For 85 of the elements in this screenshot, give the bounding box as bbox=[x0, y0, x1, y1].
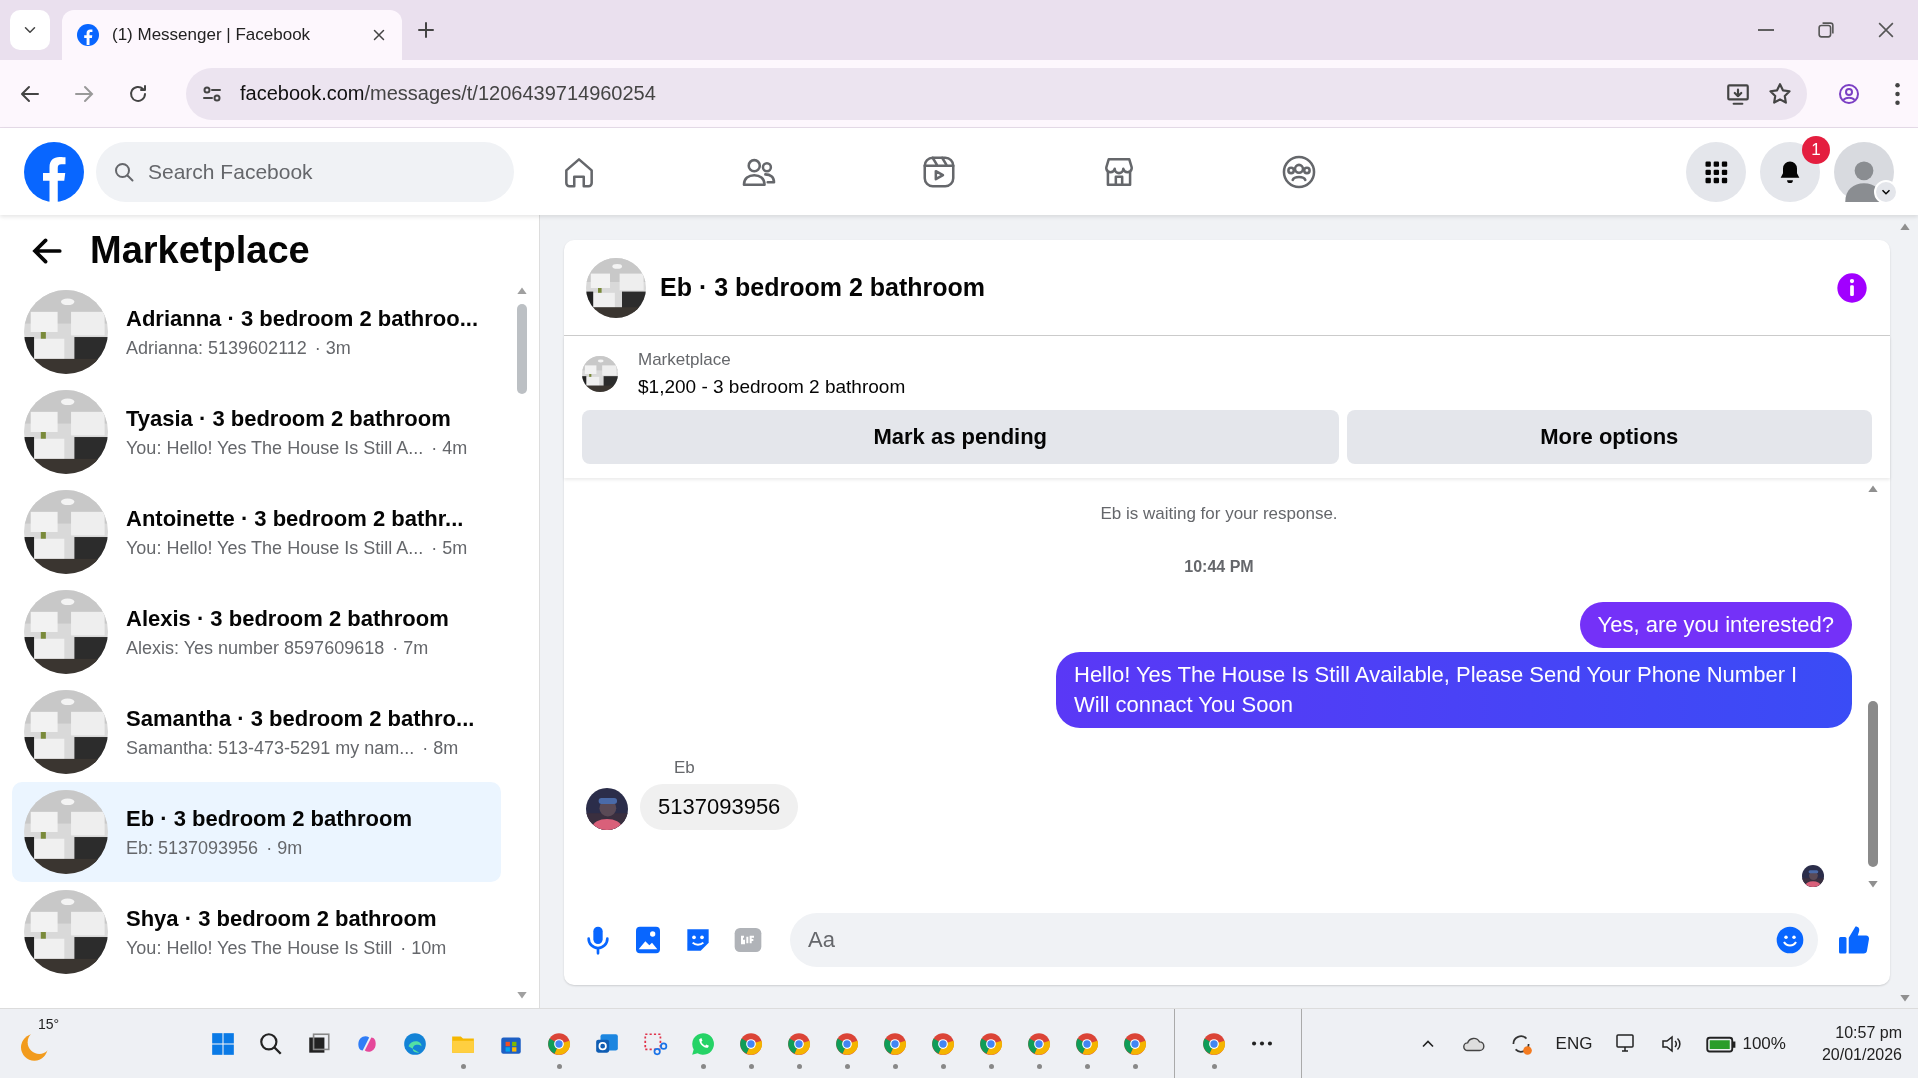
conversation-title: Shya · 3 bedroom 2 bathroom bbox=[126, 905, 438, 932]
browser-icon bbox=[930, 1030, 956, 1057]
conversation-title: Tyasia · 3 bedroom 2 bathroom bbox=[126, 405, 452, 432]
message-time: · 10m bbox=[400, 937, 447, 959]
emoji-button[interactable] bbox=[1774, 924, 1806, 956]
more-horizontal-icon bbox=[1252, 1041, 1272, 1046]
search-icon bbox=[258, 1030, 284, 1057]
scissors-icon bbox=[642, 1030, 668, 1057]
conversation-title: Alexis · 3 bedroom 2 bathroom bbox=[126, 605, 449, 632]
scrollbar-thumb[interactable] bbox=[517, 304, 527, 394]
url-text: facebook.com/messages/t/1206439714960254 bbox=[240, 82, 657, 105]
conversation-item[interactable]: Samantha · 3 bedroom 2 bathro... Samantha: 513-473-5291 my nam... · 8m bbox=[12, 682, 501, 782]
restore-icon bbox=[1818, 22, 1834, 38]
browser-icon bbox=[882, 1030, 908, 1057]
conversation-item[interactable]: Adrianna · 3 bedroom 2 bathroo... Adrianna: 5139602112 · 3m bbox=[12, 282, 501, 382]
more-vertical-icon bbox=[1895, 82, 1900, 105]
address-bar[interactable]: facebook.com/messages/t/1206439714960254 bbox=[186, 67, 1807, 120]
message-preview: Alexis: Yes number 8597609618 bbox=[126, 637, 385, 659]
clock-date[interactable]: 20/01/2026 bbox=[1821, 1045, 1902, 1064]
message-bubble: Yes, are you interested? bbox=[1579, 602, 1852, 648]
conversation-item[interactable]: Alexis · 3 bedroom 2 bathroom Alexis: Yes number 8597609618 · 7m bbox=[12, 582, 501, 682]
conversation-title: Adrianna · 3 bedroom 2 bathroo... bbox=[126, 305, 479, 332]
message-preview: Samantha: 513-473-5291 my nam... bbox=[126, 737, 415, 759]
browser-menu-button[interactable] bbox=[1895, 82, 1900, 105]
browser-tab[interactable]: (1) Messenger | Facebook bbox=[62, 10, 402, 60]
facebook-logo-icon bbox=[76, 23, 100, 47]
notification-badge: 1 bbox=[1802, 135, 1830, 164]
sender-name: Eb bbox=[674, 758, 696, 778]
message-time: · 5m bbox=[431, 537, 468, 559]
info-icon[interactable] bbox=[1836, 271, 1868, 304]
restore-button[interactable] bbox=[1818, 19, 1834, 41]
facebook-logo[interactable] bbox=[24, 141, 84, 202]
browser-icon bbox=[1026, 1030, 1052, 1057]
message-preview: You: Hello! Yes The House Is Still bbox=[126, 937, 393, 959]
listing-label: Marketplace bbox=[638, 350, 732, 370]
scrollbar-thumb[interactable] bbox=[1868, 701, 1878, 867]
language-indicator[interactable]: ENG bbox=[1555, 1033, 1593, 1054]
browser-icon bbox=[738, 1030, 764, 1057]
action-button[interactable]: Mark as pending bbox=[582, 410, 1339, 464]
windows-icon bbox=[210, 1030, 236, 1057]
tab-title: (1) Messenger | Facebook bbox=[112, 25, 312, 45]
close-icon bbox=[1878, 22, 1894, 38]
listing-title: $1,200 - 3 bedroom 2 bathroom bbox=[638, 376, 906, 398]
star-icon[interactable] bbox=[1767, 80, 1793, 107]
globe-icon bbox=[402, 1030, 428, 1057]
clock-time[interactable]: 10:57 pm bbox=[1835, 1023, 1902, 1042]
action-button[interactable]: More options bbox=[1346, 410, 1872, 464]
message-time: · 4m bbox=[431, 437, 468, 459]
account-icon bbox=[1837, 81, 1861, 106]
browser-icon bbox=[1074, 1030, 1100, 1057]
conversation-title: Antoinette · 3 bedroom 2 bathr... bbox=[126, 505, 465, 532]
profile-button[interactable] bbox=[1837, 81, 1861, 106]
message-time: · 8m bbox=[422, 737, 459, 759]
status-text: Eb is waiting for your response. bbox=[1100, 504, 1338, 524]
browser-icon bbox=[978, 1030, 1004, 1057]
search-field[interactable]: Search Facebook bbox=[96, 141, 514, 202]
message-time: · 9m bbox=[266, 837, 303, 859]
browser-icon bbox=[1122, 1030, 1148, 1057]
conversation-item[interactable]: Shya · 3 bedroom 2 bathroom You: Hello! Yes The House Is Still · 10m bbox=[12, 882, 501, 982]
temperature: 15° bbox=[38, 1015, 60, 1032]
panel-title: Marketplace bbox=[90, 229, 310, 272]
message-input[interactable]: Aa bbox=[790, 913, 1818, 967]
message-time: · 3m bbox=[314, 337, 351, 359]
browser-icon bbox=[834, 1030, 860, 1057]
browser-icon bbox=[786, 1030, 812, 1057]
message-bubble: 5137093956 bbox=[640, 784, 799, 830]
minimize-icon bbox=[1758, 29, 1774, 31]
browser-icon bbox=[546, 1030, 572, 1057]
conversation-item[interactable]: Tyasia · 3 bedroom 2 bathroom You: Hello! Yes The House Is Still A... · 4m bbox=[12, 382, 501, 482]
message-bubble: Hello! Yes The House Is Still Available, Please Send Your Phone Number I Will connact You Soon bbox=[1056, 652, 1852, 728]
message-preview: You: Hello! Yes The House Is Still A... bbox=[126, 537, 424, 559]
chat-title: Eb · 3 bedroom 2 bathroom bbox=[660, 273, 987, 302]
message-preview: Adrianna: 5139602112 bbox=[126, 337, 307, 359]
battery-percent: 100% bbox=[1742, 1033, 1786, 1054]
conversation-title: Samantha · 3 bedroom 2 bathro... bbox=[126, 705, 475, 732]
chat-bubble-icon bbox=[690, 1030, 716, 1057]
conversation-item[interactable]: Eb · 3 bedroom 2 bathroom Eb: 5137093956 · 9m bbox=[12, 782, 501, 882]
message-preview: Eb: 5137093956 bbox=[126, 837, 259, 859]
conversation-title: Eb · 3 bedroom 2 bathroom bbox=[126, 805, 413, 832]
message-preview: You: Hello! Yes The House Is Still A... bbox=[126, 437, 424, 459]
message-time: · 7m bbox=[392, 637, 429, 659]
timestamp: 10:44 PM bbox=[1184, 558, 1254, 576]
smiley-icon bbox=[1774, 924, 1806, 956]
conversation-item[interactable]: Antoinette · 3 bedroom 2 bathr... You: Hello! Yes The House Is Still A... · 5m bbox=[12, 482, 501, 582]
browser-icon bbox=[1201, 1030, 1227, 1057]
